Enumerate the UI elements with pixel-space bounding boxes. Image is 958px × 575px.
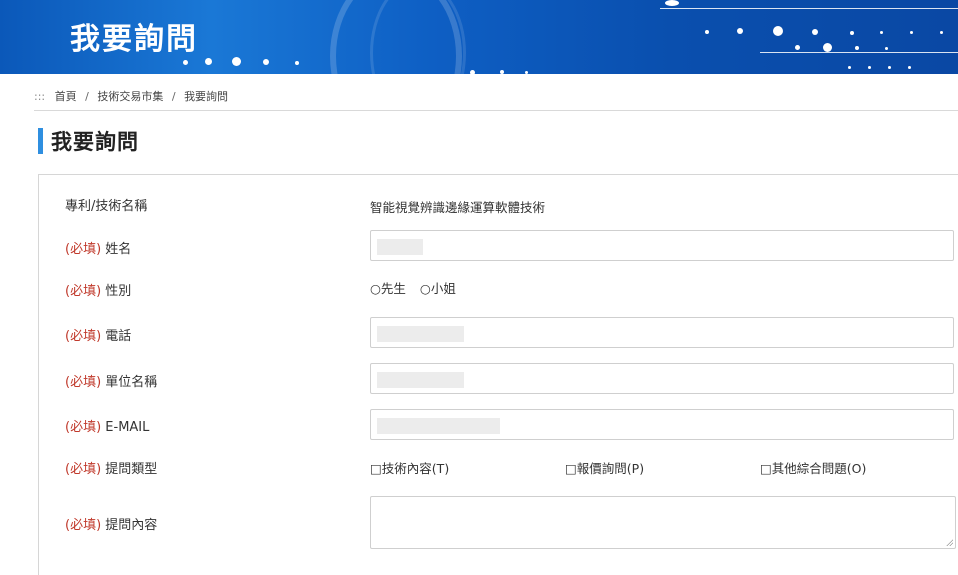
banner-dot <box>795 45 800 50</box>
phone-input[interactable] <box>370 317 954 348</box>
banner-dot <box>885 47 888 50</box>
breadcrumb: ::: 首頁 / 技術交易市集 / 我要詢問 <box>34 88 228 104</box>
gender-label-text: 性別 <box>105 284 132 299</box>
banner-dot <box>868 66 871 69</box>
required-tag: (必填) <box>65 518 102 533</box>
banner-dot <box>232 57 241 66</box>
question-type-label: (必填) 提問類型 <box>65 458 157 477</box>
redacted-value <box>377 418 500 434</box>
banner-dot <box>737 28 743 34</box>
banner-dot <box>263 59 269 65</box>
unit-label-text: 單位名稱 <box>105 375 158 390</box>
banner-dot <box>940 31 943 34</box>
question-type-label-text: 提問類型 <box>105 462 158 477</box>
question-content-label: (必填) 提問內容 <box>65 514 157 533</box>
page-title-text: 我要詢問 <box>51 130 139 154</box>
banner-dot <box>910 31 913 34</box>
banner-dot <box>705 30 709 34</box>
email-input[interactable] <box>370 409 954 440</box>
required-tag: (必填) <box>65 329 102 344</box>
gender-label: (必填) 性別 <box>65 280 131 299</box>
breadcrumb-home-link[interactable]: 首頁 <box>55 90 77 103</box>
name-label-text: 姓名 <box>105 242 132 257</box>
name-label: (必填) 姓名 <box>65 238 131 257</box>
banner-line <box>660 8 958 9</box>
email-label-text: E-MAIL <box>105 420 150 435</box>
breadcrumb-separator: / <box>171 90 176 103</box>
required-tag: (必填) <box>65 420 102 435</box>
banner-dot <box>880 31 883 34</box>
required-tag: (必填) <box>65 284 102 299</box>
breadcrumb-divider <box>34 110 958 111</box>
banner-dot <box>500 70 504 74</box>
gender-radio-female[interactable]: ○小姐 <box>420 281 456 296</box>
banner-dot <box>470 70 475 74</box>
breadcrumb-market-link[interactable]: 技術交易市集 <box>97 90 163 103</box>
type-checkbox-other[interactable]: □其他綜合問題(O) <box>760 458 866 477</box>
breadcrumb-grip-icon: ::: <box>34 90 46 103</box>
banner-decoration <box>370 0 466 74</box>
page-banner: 我要詢問 <box>0 0 958 74</box>
banner-dot <box>888 66 891 69</box>
unit-label: (必填) 單位名稱 <box>65 371 157 390</box>
redacted-value <box>377 326 464 342</box>
required-tag: (必填) <box>65 375 102 390</box>
question-content-label-text: 提問內容 <box>105 518 158 533</box>
phone-label-text: 電話 <box>105 329 132 344</box>
banner-dot <box>908 66 911 69</box>
banner-line <box>760 52 958 53</box>
breadcrumb-separator: / <box>85 90 89 103</box>
required-tag: (必填) <box>65 242 102 257</box>
tech-name-label-text: 專利/技術名稱 <box>65 199 148 214</box>
required-tag: (必填) <box>65 462 102 477</box>
banner-dot <box>773 26 783 36</box>
question-content-textarea[interactable] <box>370 496 956 549</box>
gender-radio-male[interactable]: ○先生 <box>370 281 406 296</box>
resize-handle-icon[interactable] <box>946 539 953 546</box>
type-checkbox-quote[interactable]: □報價詢問(P) <box>565 458 644 477</box>
tech-name-label: 專利/技術名稱 <box>65 195 147 214</box>
type-checkbox-tech[interactable]: □技術內容(T) <box>370 458 449 477</box>
banner-dot <box>295 61 299 65</box>
banner-dot <box>848 66 851 69</box>
gender-radio-group: ○先生 ○小姐 <box>370 278 466 297</box>
banner-dot <box>205 58 212 65</box>
title-accent-bar <box>38 128 43 154</box>
banner-dot <box>850 31 854 35</box>
banner-dot <box>183 60 188 65</box>
phone-label: (必填) 電話 <box>65 325 131 344</box>
banner-dot <box>525 71 528 74</box>
name-input[interactable] <box>370 230 954 261</box>
redacted-value <box>377 239 423 255</box>
breadcrumb-current: 我要詢問 <box>184 90 229 103</box>
tech-name-value: 智能視覺辨識邊緣運算軟體技術 <box>370 200 546 215</box>
banner-dot <box>812 29 818 35</box>
redacted-value <box>377 372 464 388</box>
banner-dot <box>823 43 832 52</box>
unit-name-input[interactable] <box>370 363 954 394</box>
banner-title: 我要詢問 <box>70 22 198 57</box>
banner-dot <box>855 46 859 50</box>
page-title: 我要詢問 <box>38 126 139 156</box>
banner-dot <box>665 0 679 6</box>
email-label: (必填) E-MAIL <box>65 416 149 435</box>
